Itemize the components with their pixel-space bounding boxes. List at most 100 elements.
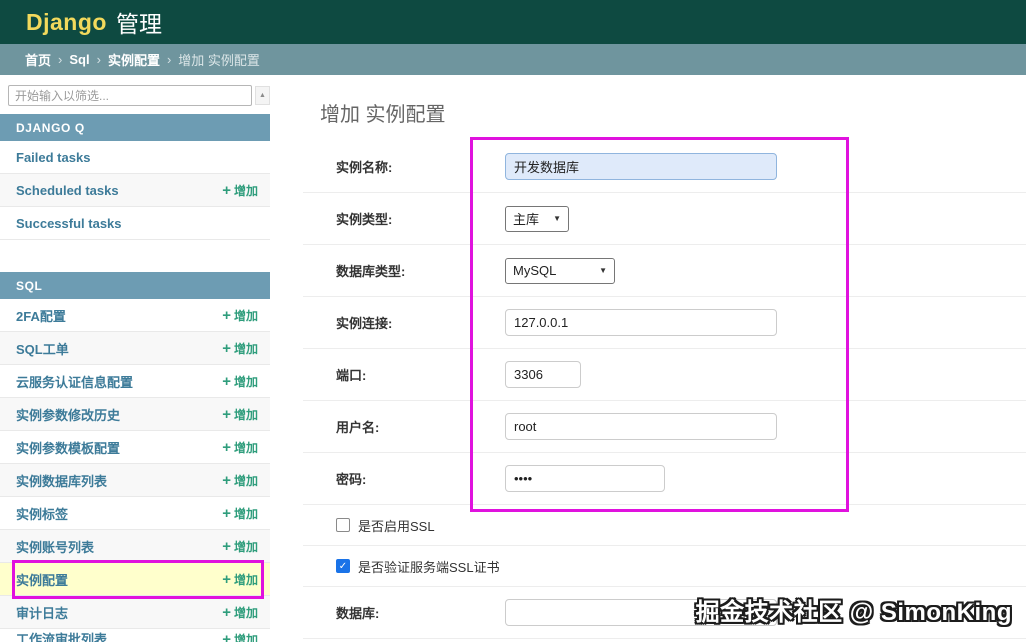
add-link-label: 增加 <box>233 183 258 198</box>
instance-database-list-add-link[interactable]: + 增加 <box>222 472 258 489</box>
plus-icon: + <box>222 570 231 588</box>
breadcrumb-link[interactable]: Sql <box>69 52 89 67</box>
instance-name-input[interactable] <box>505 153 777 180</box>
scheduled-tasks-link[interactable]: Scheduled tasks <box>16 183 119 198</box>
plus-icon: + <box>222 471 231 489</box>
brand-name[interactable]: Django <box>26 9 107 36</box>
add-instance-form: 实例名称: 实例类型: 主库 ▼ 数据库类型: MySQL ▼ 实例连接: 端口: 用户名: 密码:… <box>270 141 1026 639</box>
instance-param-template-link[interactable]: 实例参数模板配置 <box>16 438 120 457</box>
sidebar: ▲ DJANGO QFailed tasksScheduled tasks+增加… <box>0 75 270 643</box>
sidebar-item-instance-database-list: 实例数据库列表 + 增加 <box>0 464 270 497</box>
database-type-label: 数据库类型: <box>336 264 406 279</box>
instance-config-link[interactable]: 实例配置 <box>16 570 68 589</box>
sidebar-item-instance-param-history: 实例参数修改历史 + 增加 <box>0 398 270 431</box>
workflow-approval-list-link[interactable]: 工作流审批列表 <box>16 629 107 642</box>
form-row-verify-ssl-cert: ✓ 是否验证服务端SSL证书 <box>303 546 1026 587</box>
audit-log-add-link[interactable]: + 增加 <box>222 604 258 621</box>
port-label: 端口: <box>336 368 367 383</box>
password-input[interactable] <box>505 465 665 492</box>
port-input[interactable] <box>505 361 581 388</box>
sidebar-item-instance-account-list: 实例账号列表 + 增加 <box>0 530 270 563</box>
verify-ssl-cert-label: 是否验证服务端SSL证书 <box>358 559 500 575</box>
chevron-down-icon: ▼ <box>553 214 561 223</box>
form-row-port: 端口: <box>303 349 1026 401</box>
instance-account-list-link[interactable]: 实例账号列表 <box>16 537 94 556</box>
sidebar-item-successful-tasks: Successful tasks <box>0 207 270 240</box>
breadcrumb-link[interactable]: 首页 <box>25 50 51 69</box>
breadcrumb-separator: › <box>58 52 63 67</box>
add-link-label: 增加 <box>233 407 258 422</box>
failed-tasks-link[interactable]: Failed tasks <box>16 150 90 165</box>
add-link-label: 增加 <box>233 473 258 488</box>
add-link-label: 增加 <box>233 605 258 620</box>
chevron-down-icon: ▼ <box>599 266 607 275</box>
sidebar-module: SQL 2FA配置 + 增加 SQL工单 + 增加 云服务认证信息配置 + 增加 实例参数修改历史 +… <box>0 272 270 642</box>
form-row-password: 密码: <box>303 453 1026 505</box>
form-row-instance-host: 实例连接: <box>303 297 1026 349</box>
form-row-username: 用户名: <box>303 401 1026 453</box>
form-row-database-type: 数据库类型: MySQL ▼ <box>303 245 1026 297</box>
successful-tasks-link[interactable]: Successful tasks <box>16 216 122 231</box>
instance-param-history-link[interactable]: 实例参数修改历史 <box>16 405 120 424</box>
workflow-approval-list-add-link[interactable]: + 增加 <box>222 629 258 642</box>
cloud-auth-config-add-link[interactable]: + 增加 <box>222 373 258 390</box>
plus-icon: + <box>222 504 231 522</box>
scheduled-tasks-add-link[interactable]: + 增加 <box>222 182 258 199</box>
sql-workflow-add-link[interactable]: + 增加 <box>222 340 258 357</box>
form-row-instance-name: 实例名称: <box>303 141 1026 193</box>
sql-workflow-link[interactable]: SQL工单 <box>16 339 69 358</box>
sidebar-item-2fa-config: 2FA配置 + 增加 <box>0 299 270 332</box>
instance-config-add-link[interactable]: + 增加 <box>222 571 258 588</box>
breadcrumb-separator: › <box>166 52 172 67</box>
plus-icon: + <box>222 181 231 199</box>
enable-ssl-checkbox[interactable] <box>336 518 350 532</box>
instance-type-selected-value: 主库 <box>513 212 540 227</box>
instance-tag-add-link[interactable]: + 增加 <box>222 505 258 522</box>
instance-name-label: 实例名称: <box>336 160 393 175</box>
site-title[interactable]: 管理 <box>116 5 162 39</box>
verify-ssl-cert-checkbox[interactable]: ✓ <box>336 559 350 573</box>
sidebar-item-instance-config: 实例配置 + 增加 <box>0 563 270 596</box>
plus-icon: + <box>222 372 231 390</box>
username-input[interactable] <box>505 413 777 440</box>
instance-host-input[interactable] <box>505 309 777 336</box>
plus-icon: + <box>222 405 231 423</box>
2fa-config-add-link[interactable]: + 增加 <box>222 307 258 324</box>
breadcrumb: 首页 › Sql › 实例配置 › 增加 实例配置 <box>0 44 1026 75</box>
instance-param-template-add-link[interactable]: + 增加 <box>222 439 258 456</box>
add-link-label: 增加 <box>233 440 258 455</box>
add-link-label: 增加 <box>233 341 258 356</box>
breadcrumb-link[interactable]: 实例配置 <box>108 50 160 69</box>
add-link-label: 增加 <box>233 308 258 323</box>
sidebar-module-caption: SQL <box>0 272 270 299</box>
database-type-select[interactable]: MySQL ▼ <box>505 257 615 284</box>
breadcrumb-current: 增加 实例配置 <box>178 53 260 68</box>
password-label: 密码: <box>336 472 367 487</box>
instance-type-select[interactable]: 主库 ▼ <box>505 205 569 232</box>
instance-database-list-link[interactable]: 实例数据库列表 <box>16 471 107 490</box>
2fa-config-link[interactable]: 2FA配置 <box>16 306 66 325</box>
sidebar-filter-input[interactable] <box>8 85 252 106</box>
add-link-label: 增加 <box>233 374 258 389</box>
instance-param-history-add-link[interactable]: + 增加 <box>222 406 258 423</box>
username-label: 用户名: <box>336 420 380 435</box>
django-admin-page: Django 管理 首页 › Sql › 实例配置 › 增加 实例配置 ▲ DJANGO Q… <box>0 0 1026 643</box>
sidebar-item-instance-tag: 实例标签 + 增加 <box>0 497 270 530</box>
instance-tag-link[interactable]: 实例标签 <box>16 504 68 523</box>
database-label: 数据库: <box>336 606 380 621</box>
audit-log-link[interactable]: 审计日志 <box>16 603 68 622</box>
sidebar-item-sql-workflow: SQL工单 + 增加 <box>0 332 270 365</box>
plus-icon: + <box>222 537 231 555</box>
sidebar-module: DJANGO Q Failed tasks Scheduled tasks + 增加 Su… <box>0 114 270 240</box>
instance-account-list-add-link[interactable]: + 增加 <box>222 538 258 555</box>
cloud-auth-config-link[interactable]: 云服务认证信息配置 <box>16 372 133 391</box>
sidebar-item-failed-tasks: Failed tasks <box>0 141 270 174</box>
plus-icon: + <box>222 339 231 357</box>
plus-icon: + <box>222 631 231 642</box>
plus-icon: + <box>222 438 231 456</box>
add-link-label: 增加 <box>233 506 258 521</box>
scrollbar-up-icon[interactable]: ▲ <box>255 86 270 105</box>
sidebar-item-workflow-approval-list: 工作流审批列表 + 增加 <box>0 629 270 642</box>
enable-ssl-label: 是否启用SSL <box>358 518 435 534</box>
watermark: 掘金技术社区 @ SimonKing <box>695 599 1012 626</box>
